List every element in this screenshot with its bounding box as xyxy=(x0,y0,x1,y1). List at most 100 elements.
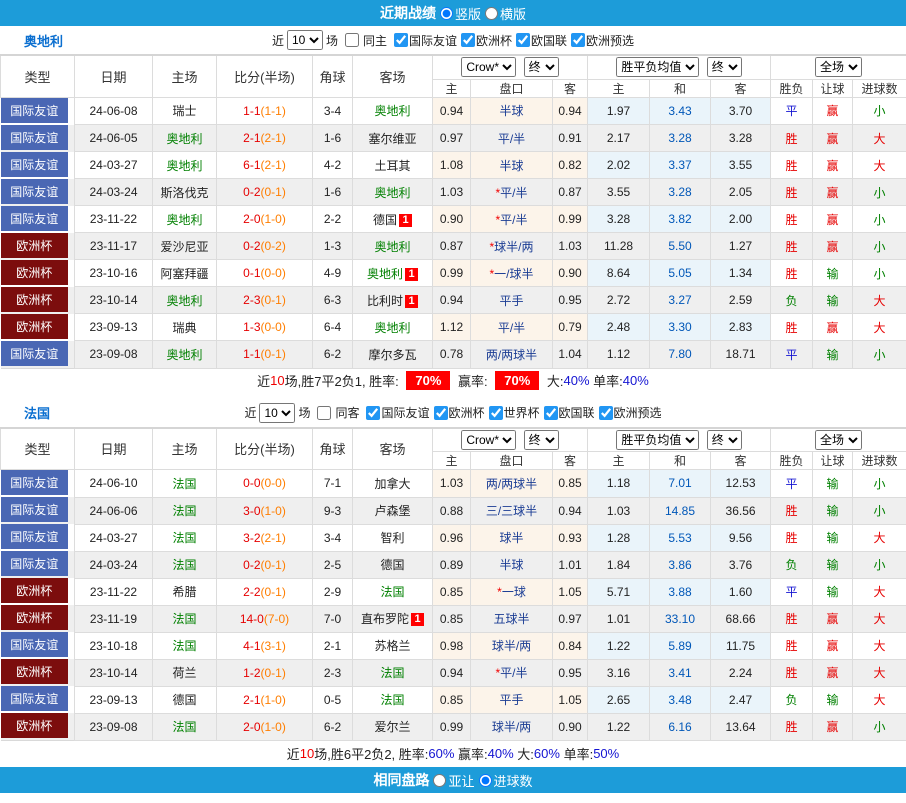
same-venue-label: 同客 xyxy=(335,406,360,420)
goals-result-cell: 小 xyxy=(852,178,906,206)
scope-select[interactable]: 全场 xyxy=(815,429,863,450)
handicap-result-cell: 赢 xyxy=(812,96,854,125)
league-filter[interactable]: 国际友谊 xyxy=(390,32,457,49)
date-cell: 23-11-22 xyxy=(74,577,153,606)
league-checkbox[interactable] xyxy=(433,405,448,420)
goals-result-cell: 大 xyxy=(852,685,906,714)
home-odds-cell: 0.99 xyxy=(432,259,471,287)
europe-draw-cell: 3.43 xyxy=(649,96,712,125)
away-odds-cell: 0.95 xyxy=(551,286,589,314)
europe-away-cell: 13.64 xyxy=(710,712,772,741)
same-venue-checkbox[interactable] xyxy=(317,405,332,420)
score-cell: 2-0(1-0) xyxy=(216,205,313,233)
score-cell: 0-2(0-2) xyxy=(216,232,313,260)
matches-label: 场 xyxy=(298,406,311,420)
europe-odds-select[interactable]: 胜平负均值 xyxy=(616,57,700,78)
result-cell: 平 xyxy=(770,340,814,369)
layout-option-horizontal[interactable]: 横版 xyxy=(485,4,526,23)
handicap-time-select[interactable]: 终 xyxy=(523,57,559,78)
date-cell: 24-03-27 xyxy=(74,151,153,179)
home-team-cell: 法国 xyxy=(152,496,217,525)
league-checkbox[interactable] xyxy=(543,405,558,420)
corner-cell: 2-1 xyxy=(312,631,353,660)
home-odds-cell: 0.97 xyxy=(432,124,471,152)
league-filter[interactable]: 欧洲杯 xyxy=(430,404,485,421)
home-odds-cell: 0.89 xyxy=(432,550,471,579)
rate-badge: 70% xyxy=(495,371,540,390)
handicap-result-cell: 赢 xyxy=(812,124,854,152)
date-cell: 23-11-19 xyxy=(74,604,153,633)
handicap-result-cell: 赢 xyxy=(812,313,854,341)
europe-draw-cell: 5.05 xyxy=(649,259,712,287)
goals-radio[interactable] xyxy=(478,773,492,787)
home-odds-cell: 0.85 xyxy=(432,604,471,633)
league-label: 欧洲杯 xyxy=(476,33,513,48)
sub-col-handicap: 盘口 xyxy=(470,78,553,98)
result-cell: 胜 xyxy=(770,151,814,179)
score-cell: 2-3(0-1) xyxy=(216,286,313,314)
home-team-cell: 奥地利 xyxy=(152,340,217,369)
league-filter[interactable]: 欧洲杯 xyxy=(457,32,512,49)
europe-home-cell: 2.02 xyxy=(587,151,651,179)
handicap-cell: 两/两球半 xyxy=(470,340,553,369)
league-checkbox[interactable] xyxy=(598,405,613,420)
europe-home-cell: 2.65 xyxy=(587,685,651,714)
corner-cell: 1-6 xyxy=(312,124,353,152)
score-cell: 1-3(0-0) xyxy=(216,313,313,341)
match-count-select[interactable]: 10 xyxy=(259,402,296,423)
bookmaker-select[interactable]: Crow* xyxy=(461,429,517,450)
sub-col-h: 主 xyxy=(432,451,471,470)
same-venue-checkbox[interactable] xyxy=(344,33,359,47)
europe-time-select[interactable]: 终 xyxy=(706,57,742,78)
league-filter[interactable]: 世界杯 xyxy=(485,404,540,421)
away-odds-cell: 0.95 xyxy=(551,658,589,687)
league-checkbox[interactable] xyxy=(488,405,503,420)
league-cell: 欧洲杯 xyxy=(0,259,75,287)
corner-cell: 0-5 xyxy=(312,685,353,714)
handicap-select-group: Crow* 终 xyxy=(431,427,589,452)
sub-col-eh: 主 xyxy=(587,451,651,470)
league-filter[interactable]: 欧国联 xyxy=(512,32,567,49)
league-checkbox[interactable] xyxy=(366,405,381,420)
handicap-cell: 球半/两 xyxy=(470,631,553,660)
league-filter[interactable]: 国际友谊 xyxy=(362,404,430,421)
away-team-cell: 卢森堡 xyxy=(352,496,433,525)
scope-select[interactable]: 全场 xyxy=(815,57,863,78)
vertical-radio[interactable] xyxy=(439,6,453,20)
handicap-time-select[interactable]: 终 xyxy=(523,429,559,450)
league-filter[interactable]: 欧洲预选 xyxy=(595,404,662,421)
summary-text: 10 xyxy=(299,745,315,761)
match-row: 国际友谊 24-03-27 法国 3-2(2-1) 3-4 智利 0.96 球半 0.93 1.2… xyxy=(0,523,906,552)
home-odds-cell: 0.98 xyxy=(432,631,471,660)
recent-label: 近 xyxy=(271,33,284,48)
trend-option-goals[interactable]: 进球数 xyxy=(478,771,533,790)
rank-badge: 1 xyxy=(399,213,412,227)
league-checkbox[interactable] xyxy=(393,33,408,47)
bookmaker-select[interactable]: Crow* xyxy=(461,57,517,78)
league-filter[interactable]: 欧国联 xyxy=(540,404,595,421)
europe-odds-select[interactable]: 胜平负均值 xyxy=(616,429,700,450)
league-filter[interactable]: 欧洲预选 xyxy=(567,32,634,49)
sub-col-eh: 主 xyxy=(587,78,651,98)
europe-home-cell: 8.64 xyxy=(587,259,651,287)
league-label: 欧国联 xyxy=(531,33,568,48)
summary-text: 赢率: xyxy=(454,746,488,762)
sub-col-a: 客 xyxy=(551,78,589,98)
league-checkbox[interactable] xyxy=(461,33,475,47)
league-checkbox[interactable] xyxy=(516,33,531,47)
horizontal-radio-label: 横版 xyxy=(500,6,527,22)
handicap-result-cell: 输 xyxy=(812,685,854,714)
match-count-select[interactable]: 10 xyxy=(286,30,323,50)
trend-option-asian[interactable]: 亚让 xyxy=(433,771,475,790)
result-cell: 胜 xyxy=(770,124,814,152)
europe-time-select[interactable]: 终 xyxy=(706,429,742,450)
bottom-bar: 相同盘路 亚让 进球数 xyxy=(0,767,906,793)
asian-handicap-radio[interactable] xyxy=(433,773,447,787)
home-team-cell: 法国 xyxy=(152,550,217,579)
layout-option-vertical[interactable]: 竖版 xyxy=(439,4,481,23)
col-date: 日期 xyxy=(74,427,153,470)
league-checkbox[interactable] xyxy=(571,33,586,47)
horizontal-radio[interactable] xyxy=(485,6,498,20)
summary-text: 60% xyxy=(533,745,560,761)
summary-text: 大: xyxy=(513,746,534,762)
